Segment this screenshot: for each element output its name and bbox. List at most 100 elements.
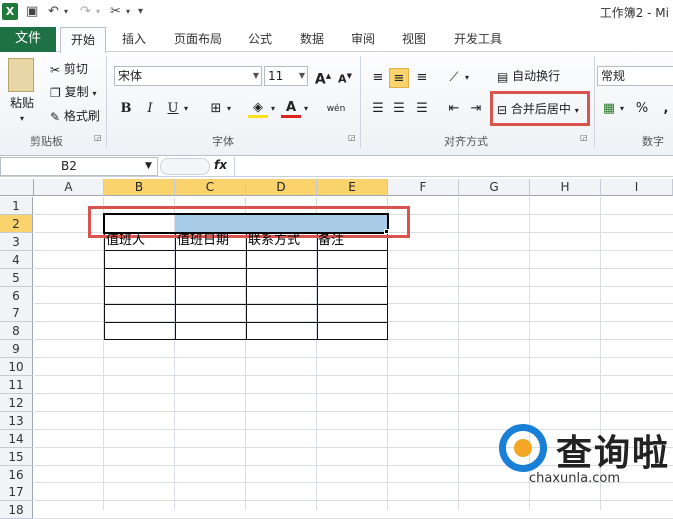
row-header-14[interactable]: 14 [0,429,33,448]
tab-data[interactable]: 数据 [292,29,332,51]
formula-input[interactable] [234,157,673,176]
font-name-combo[interactable]: 宋体 ▼ [114,66,262,86]
column-header-B[interactable]: B [104,179,175,196]
number-format-combo[interactable]: 常规 [597,66,673,86]
accounting-format-icon[interactable]: ▦ [599,99,619,119]
cell-D3[interactable]: 联系方式 [248,233,300,249]
orientation-icon[interactable]: ⟋ [444,68,464,88]
row-header-16[interactable]: 16 [0,465,33,484]
formula-bar-splitter[interactable] [160,158,210,175]
save-icon[interactable]: ▣ [26,3,38,20]
cut-label: 剪切 [63,62,88,76]
italic-button[interactable]: I [140,99,160,119]
column-header-A[interactable]: A [34,179,104,196]
column-header-I[interactable]: I [601,179,673,196]
row-header-18[interactable]: 18 [0,501,33,519]
decrease-indent-icon[interactable]: ⇤ [444,99,464,119]
redo-icon[interactable]: ↷ [80,3,91,20]
comma-style-button[interactable]: , [656,99,673,119]
row-header-17[interactable]: 17 [0,483,33,502]
row-header-5[interactable]: 5 [0,268,33,287]
cell-C3[interactable]: 值班日期 [177,233,229,249]
excel-logo-icon[interactable]: X [2,3,18,20]
align-center-icon[interactable]: ☰ [389,99,409,119]
gridline [34,375,673,376]
fill-color-icon[interactable]: ◈ [248,98,268,118]
clipboard-launcher-icon[interactable]: ◲ [94,133,102,142]
row-header-3[interactable]: 3 [0,232,33,251]
underline-button[interactable]: U [163,99,183,119]
paste-icon[interactable] [8,58,34,92]
row-header-11[interactable]: 11 [0,376,33,394]
increase-indent-icon[interactable]: ⇥ [466,99,486,119]
tab-formulas[interactable]: 公式 [240,29,280,51]
row-header-6[interactable]: 6 [0,286,33,305]
tab-page-layout[interactable]: 页面布局 [168,29,228,51]
tab-file[interactable]: 文件 [0,27,56,53]
select-all-corner[interactable] [0,179,34,196]
alignment-group-label: 对齐方式 [444,135,488,148]
row-header-15[interactable]: 15 [0,447,33,466]
cell-E3[interactable]: 备注 [318,233,344,249]
paste-dropdown-icon[interactable]: ▾ [20,110,24,128]
column-header-C[interactable]: C [175,179,246,196]
insert-function-button[interactable]: fx [214,158,227,172]
bold-button[interactable]: B [116,99,136,119]
row-header-8[interactable]: 8 [0,322,33,341]
row-header-1[interactable]: 1 [0,197,33,215]
row-header-9[interactable]: 9 [0,340,33,359]
accounting-dropdown-icon[interactable]: ▾ [617,99,627,119]
wrap-text-button[interactable]: ▤ 自动换行 [497,67,560,86]
middle-align-icon[interactable]: ≡ [389,68,409,88]
borders-icon[interactable]: ⊞ [206,99,226,119]
font-color-dropdown-icon[interactable]: ▾ [301,99,311,119]
chevron-down-icon: ▼ [145,161,152,171]
tab-home[interactable]: 开始 [60,27,106,53]
font-size-combo[interactable]: 11 ▼ [264,66,308,86]
column-header-D[interactable]: D [246,179,317,196]
undo-icon[interactable]: ↶ [48,3,59,20]
customize-quick-access-icon[interactable]: ▾ [138,3,143,20]
top-align-icon[interactable]: ≡ [368,68,388,88]
name-box[interactable]: B2 ▼ [0,157,158,176]
watermark-text: 查询啦 [556,432,671,474]
grow-font-button[interactable]: A▲ [313,66,333,88]
tab-view[interactable]: 视图 [394,29,434,51]
wrap-text-icon: ▤ [497,69,509,84]
tab-insert[interactable]: 插入 [114,29,154,51]
row-header-10[interactable]: 10 [0,358,33,377]
row-header-12[interactable]: 12 [0,393,33,412]
row-header-13[interactable]: 13 [0,411,33,430]
orientation-dropdown-icon[interactable]: ▾ [462,68,472,88]
fill-color-dropdown-icon[interactable]: ▾ [268,99,278,119]
shrink-font-button[interactable]: A▼ [335,66,355,86]
tools-icon[interactable]: ✂ [110,3,121,20]
align-right-icon[interactable]: ☰ [412,99,432,119]
align-left-icon[interactable]: ☰ [368,99,388,119]
undo-dropdown-icon[interactable]: ▾ [64,3,68,20]
grow-font-label: A [314,71,326,88]
borders-dropdown-icon[interactable]: ▾ [224,99,234,119]
phonetic-button[interactable]: wén [323,99,349,119]
column-header-E[interactable]: E [317,179,388,196]
copy-button[interactable]: ❐ 复制 ▾ [50,83,96,103]
cell-B3[interactable]: 值班人 [106,233,145,249]
tools-dropdown-icon[interactable]: ▾ [126,3,130,20]
cut-button[interactable]: ✂ 剪切 [50,60,88,79]
tab-review[interactable]: 审阅 [343,29,383,51]
font-launcher-icon[interactable]: ◲ [348,133,356,142]
row-header-2[interactable]: 2 [0,214,33,233]
row-header-7[interactable]: 7 [0,304,33,323]
column-header-H[interactable]: H [530,179,601,196]
font-color-button[interactable]: A [281,98,301,118]
row-header-4[interactable]: 4 [0,250,33,269]
format-painter-button[interactable]: ✎ 格式刷 [50,107,100,126]
tab-developer[interactable]: 开发工具 [448,29,508,51]
percent-button[interactable]: % [632,99,652,119]
underline-dropdown-icon[interactable]: ▾ [181,99,191,119]
column-header-F[interactable]: F [388,179,459,196]
bottom-align-icon[interactable]: ≡ [412,68,432,88]
column-header-G[interactable]: G [459,179,530,196]
group-divider [594,56,595,148]
alignment-launcher-icon[interactable]: ◲ [580,133,588,142]
